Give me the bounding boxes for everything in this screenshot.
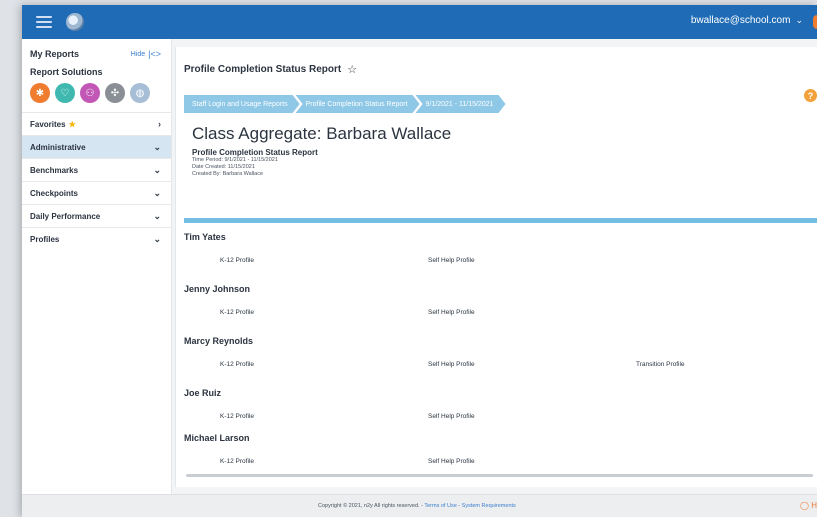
profile-link[interactable]: Self Help Profile [428,361,475,368]
top-bar: bwallace@school.com ⌄ [22,5,817,39]
report-meta: Profile Completion Status Report Time Pe… [192,148,318,178]
aggregate-title: Class Aggregate: Barbara Wallace [192,124,452,143]
help-icon[interactable]: ? [804,89,817,102]
chevron-down-icon: ⌄ [153,187,161,198]
chevron-right-icon: › [158,119,161,129]
student-row: Michael Larson K-12 Profile Self Help Pr… [184,433,814,485]
asterisk-icon[interactable]: ✱ [30,83,50,103]
sidebar-title: My Reports [30,49,80,59]
globe-logo-icon[interactable] [66,13,84,31]
horizontal-scrollbar[interactable] [186,474,813,477]
sidebar-item-daily-performance[interactable]: Daily Performance ⌄ [22,204,171,227]
hide-label: Hide [130,50,146,58]
time-period: Time Period: 9/1/2021 - 11/15/2021 [192,157,278,163]
profile-link[interactable]: Self Help Profile [428,257,475,264]
student-name: Jenny Johnson [184,284,251,294]
sidebar-item-label: Benchmarks [30,165,79,175]
chevron-down-icon: ⌄ [153,233,161,244]
profile-link[interactable]: Transition Profile [636,361,685,368]
profile-link[interactable]: Self Help Profile [428,458,475,465]
breadcrumb: Staff Login and Usage Reports Profile Co… [184,95,502,113]
copyright-text: Copyright © 2021, n2y All rights reserve… [318,503,423,509]
report-solution-icons: ✱ ♡ ⚇ ✣ ◍ [22,83,171,103]
star-icon: ★ [68,119,76,129]
system-requirements-link[interactable]: System Requirements [462,503,516,509]
person-icon[interactable]: ⚇ [80,83,100,103]
meta-heading: Profile Completion Status Report [192,148,318,157]
hamburger-menu-icon[interactable] [36,16,52,28]
student-name: Michael Larson [184,433,250,443]
student-row: Jenny Johnson K-12 Profile Self Help Pro… [184,284,814,336]
student-name: Tim Yates [184,232,226,242]
student-list: Tim Yates K-12 Profile Self Help Profile… [184,232,814,485]
student-name: Marcy Reynolds [184,336,254,346]
user-email: bwallace@school.com [690,15,791,26]
sidebar-item-checkpoints[interactable]: Checkpoints ⌄ [22,181,171,204]
profile-link[interactable]: K-12 Profile [220,361,254,368]
profile-list: K-12 Profile Self Help Profile [184,402,814,433]
created-by: Created By: Barbara Wallace [192,171,264,177]
sidebar-item-label: Checkpoints [30,188,79,198]
profile-list: K-12 Profile Self Help Profile Transitio… [184,350,814,388]
favorite-star-icon[interactable]: ☆ [347,63,357,76]
main-content: Profile Completion Status Report ☆ ? Sta… [172,39,817,494]
profile-list: K-12 Profile Self Help Profile [184,447,814,485]
app-window: bwallace@school.com ⌄ My Reports Hide |<… [22,5,817,517]
notification-dot[interactable] [813,15,817,29]
copyright: Copyright © 2021, n2y All rights reserve… [318,503,516,509]
sidebar-item-label: Favorites [30,119,66,129]
sidebar-item-benchmarks[interactable]: Benchmarks ⌄ [22,158,171,181]
student-row: Marcy Reynolds K-12 Profile Self Help Pr… [184,336,814,388]
globe-icon[interactable]: ◍ [130,83,150,103]
page-title: Profile Completion Status Report ☆ [184,63,357,76]
profile-list: K-12 Profile Self Help Profile [184,298,814,336]
heart-icon[interactable]: ♡ [55,83,75,103]
breadcrumb-profile-completion[interactable]: Profile Completion Status Report [296,95,420,113]
student-row: Tim Yates K-12 Profile Self Help Profile [184,232,814,284]
sidebar-item-label: Profiles [30,234,60,244]
profile-link[interactable]: Self Help Profile [428,413,475,420]
collapse-icon: |<> [148,49,161,59]
sidebar-item-label: Administrative [30,142,86,152]
date-created: Date Created: 11/15/2021 [192,164,255,170]
chevron-down-icon: ⌄ [153,141,161,152]
sidebar: My Reports Hide |<> Report Solutions ✱ ♡… [22,39,172,494]
chat-help-icon[interactable]: ◯ H [800,501,817,510]
profile-link[interactable]: K-12 Profile [220,413,254,420]
student-name: Joe Ruiz [184,388,222,398]
profile-link[interactable]: K-12 Profile [220,309,254,316]
chevron-down-icon: ⌄ [153,210,161,221]
profile-link[interactable]: K-12 Profile [220,257,254,264]
sidebar-item-favorites[interactable]: Favorites ★ › [22,112,171,135]
report-card: Profile Completion Status Report ☆ ? Sta… [175,47,817,487]
profile-list: K-12 Profile Self Help Profile [184,246,814,284]
sidebar-item-label: Daily Performance [30,211,101,221]
student-row: Joe Ruiz K-12 Profile Self Help Profile [184,388,814,433]
sidebar-header: My Reports Hide |<> [22,45,171,63]
hide-sidebar-button[interactable]: Hide |<> [131,49,161,59]
sidebar-categories: Favorites ★ › Administrative ⌄ Benchmarks… [22,112,171,250]
terms-of-use-link[interactable]: Terms of Use [424,503,456,509]
profile-link[interactable]: K-12 Profile [220,458,254,465]
sidebar-item-administrative[interactable]: Administrative ⌄ [22,135,171,158]
breadcrumb-staff-login[interactable]: Staff Login and Usage Reports [184,95,300,113]
puzzle-icon[interactable]: ✣ [105,83,125,103]
chevron-down-icon: ⌄ [153,164,161,175]
sidebar-item-profiles[interactable]: Profiles ⌄ [22,227,171,250]
section-divider [184,218,817,223]
report-solutions-label: Report Solutions [30,67,103,77]
profile-link[interactable]: Self Help Profile [428,309,475,316]
report-title-text: Profile Completion Status Report [184,64,342,75]
breadcrumb-date-range[interactable]: 9/1/2021 - 11/15/2021 [416,95,506,113]
user-menu[interactable]: bwallace@school.com ⌄ [691,15,803,26]
chevron-down-icon: ⌄ [795,15,803,25]
footer: Copyright © 2021, n2y All rights reserve… [22,494,817,517]
